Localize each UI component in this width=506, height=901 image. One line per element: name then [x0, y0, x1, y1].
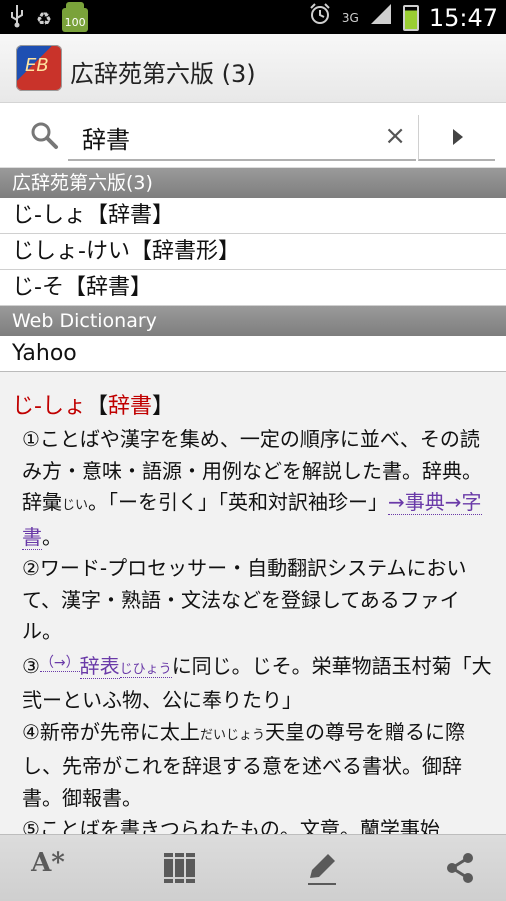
bracket-close: 】 — [151, 394, 174, 419]
share-icon — [447, 853, 473, 883]
status-bar: ♻ 100 3G 15:47 — [0, 0, 506, 34]
jihyou-ruby[interactable]: じひょう — [119, 661, 172, 678]
font-size-icon: A* — [31, 848, 65, 878]
bottom-action-bar: A* — [0, 834, 506, 901]
list-item[interactable]: じ-しょ【辞書】 — [0, 198, 506, 234]
signal-icon — [369, 2, 393, 33]
list-item-yahoo[interactable]: Yahoo — [0, 336, 506, 372]
sense-5-text: ⑤ことばを書きつらねたもの。文章。蘭学事始 — [22, 817, 440, 834]
share-button[interactable] — [430, 848, 490, 888]
jihyou-link[interactable]: 辞表 — [79, 653, 120, 679]
ruby-reading: じい — [62, 498, 89, 513]
status-time: 15:47 — [428, 3, 498, 32]
list-item[interactable]: じ-そ【辞書】 — [0, 270, 506, 306]
pencil-icon — [308, 854, 336, 885]
app-logo-icon[interactable]: EB — [16, 45, 62, 91]
search-bar: × — [0, 103, 506, 168]
section-header-web: Web Dictionary — [0, 306, 506, 336]
reference-mark[interactable]: （→） — [39, 654, 80, 672]
search-input[interactable] — [80, 120, 374, 154]
edit-button[interactable] — [292, 848, 352, 888]
usb-icon — [8, 4, 26, 35]
definition-body: ①ことばや漢字を集め、一定の順序に並べ、その読み方・意味・語源・用例などを解説し… — [22, 424, 496, 834]
network-type: 3G — [341, 10, 359, 25]
ruby-reading-daijou: だいじょう — [199, 727, 265, 743]
headword-kana: じ-しょ — [12, 394, 86, 419]
library-button[interactable] — [150, 848, 210, 888]
recycle-icon: ♻ — [36, 8, 53, 30]
alarm-icon — [308, 2, 332, 33]
app-title: 広辞苑第六版 (3) — [70, 60, 256, 88]
sense-3-num: ③ — [22, 653, 40, 678]
sense-1-end: 。 — [42, 524, 62, 549]
clear-icon[interactable]: × — [384, 121, 406, 151]
app-logo-text: EB — [25, 55, 49, 76]
android-battery-icon: 100 — [62, 1, 89, 32]
sense-2-text: ②ワード-プロセッサー・自動翻訳システムにおいて、漢字・熟語・文法などを登録して… — [22, 556, 467, 643]
sense-1-text-b: 。「ーを引く」「英和対訳袖珍ー」 — [88, 490, 389, 514]
search-icon — [28, 119, 60, 151]
search-field: × — [68, 115, 416, 161]
list-item[interactable]: じしょ-けい【辞書形】 — [0, 234, 506, 270]
sense-4-text: ④新帝が先帝に太上 — [22, 719, 200, 744]
article-content: じ-しょ【辞書】 ①ことばや漢字を集め、一定の順序に並べ、その読み方・意味・語源… — [0, 376, 506, 834]
search-go-button[interactable] — [418, 115, 495, 161]
font-size-button[interactable]: A* — [18, 848, 78, 888]
headword-kanji: 辞書 — [107, 394, 152, 419]
bracket-open: 【 — [85, 394, 108, 419]
headword: じ-しょ【辞書】 — [12, 388, 174, 420]
books-icon — [164, 853, 195, 883]
battery-icon — [402, 4, 419, 31]
section-header-koujien: 広辞苑第六版(3) — [0, 168, 506, 198]
play-arrow-icon — [453, 129, 463, 145]
title-bar: EB 広辞苑第六版 (3) — [0, 34, 506, 103]
